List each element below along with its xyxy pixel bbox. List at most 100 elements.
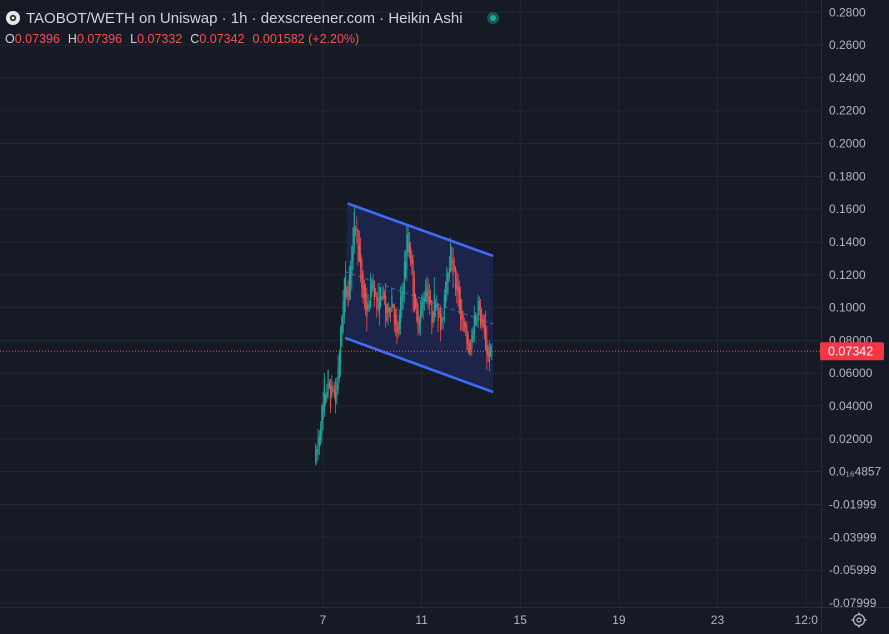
candle-body xyxy=(441,316,443,322)
low-label: L xyxy=(130,32,138,46)
price-chart[interactable]: 0.2800 0.2600 0.2400 0.2200 0.2000 0.1800 0.16… xyxy=(0,0,889,632)
open-label: O xyxy=(5,32,15,46)
candle-body xyxy=(368,305,370,307)
candle-body xyxy=(361,260,363,289)
candle-body xyxy=(477,301,479,321)
candle-body xyxy=(326,391,328,399)
candle-body xyxy=(358,244,360,262)
candle-body xyxy=(417,311,419,330)
candle-body xyxy=(473,315,475,336)
candle-body xyxy=(421,301,423,317)
candle-body xyxy=(362,274,364,298)
y-tick-label: 0.06000 xyxy=(829,366,873,380)
candle-body xyxy=(438,313,440,315)
candle-body xyxy=(457,284,459,293)
open-value: 0.07396 xyxy=(14,32,60,46)
candle-body xyxy=(386,304,388,321)
candle-body xyxy=(415,295,417,308)
candle-body xyxy=(396,319,398,334)
candle-body xyxy=(370,279,372,307)
candle-body xyxy=(347,291,349,304)
y-tick-label: -0.05999 xyxy=(829,563,877,577)
y-tick-label: 0.04000 xyxy=(829,399,873,413)
y-tick-label: 0.1200 xyxy=(829,268,866,282)
candle-body xyxy=(433,293,435,318)
x-tick-label: 7 xyxy=(320,613,327,627)
candle-body xyxy=(448,267,450,278)
high-value: 0.07396 xyxy=(76,32,123,46)
candle-body xyxy=(412,259,414,297)
candle-body xyxy=(340,326,342,366)
candle-body xyxy=(393,305,395,324)
candle-body xyxy=(453,267,455,269)
x-tick-label: 19 xyxy=(612,613,626,627)
candle-body xyxy=(426,285,428,297)
candle-body xyxy=(398,315,400,330)
candle-body xyxy=(413,278,415,313)
y-tick-label: 0.2200 xyxy=(829,104,866,118)
x-tick-label: 23 xyxy=(711,613,725,627)
candle-body xyxy=(460,299,462,321)
y-tick-label: 0.2000 xyxy=(829,137,866,151)
candle-body xyxy=(381,297,383,301)
candle-body xyxy=(371,283,373,293)
candle-body xyxy=(408,242,410,252)
candle-body xyxy=(330,385,332,408)
candle-body xyxy=(345,274,347,298)
candle-body xyxy=(422,296,424,310)
candle-body xyxy=(455,267,457,290)
candle-body xyxy=(447,272,449,282)
y-tick-label: 0.0₁₆4857 xyxy=(829,465,882,479)
candle-body xyxy=(383,292,385,299)
low-value: 0.07332 xyxy=(137,32,183,46)
candle-body xyxy=(475,315,477,326)
candle-body xyxy=(321,406,323,435)
candle-body xyxy=(317,437,319,453)
candle-body xyxy=(411,255,413,264)
candle-body xyxy=(442,318,444,320)
candle-body xyxy=(486,339,488,356)
x-tick-label: 15 xyxy=(514,613,528,627)
candle-body xyxy=(390,310,392,313)
candle-body xyxy=(338,352,340,379)
candle-body xyxy=(323,379,325,412)
candle-body xyxy=(420,310,422,323)
candle-body xyxy=(465,323,467,328)
candle-body xyxy=(485,328,487,351)
candle-body xyxy=(461,310,463,319)
candle-body xyxy=(376,292,378,310)
candle-body xyxy=(341,317,343,347)
candle-body xyxy=(427,291,429,303)
x-tick-label: 11 xyxy=(415,613,428,627)
candle-body xyxy=(472,328,474,343)
candle-body xyxy=(458,288,460,311)
chart-title: TAOBOT/WETH on Uniswap · 1h · dexscreene… xyxy=(26,9,463,27)
candle-body xyxy=(471,335,473,349)
candle-body xyxy=(450,244,452,273)
candle-body xyxy=(353,212,355,245)
candle-body xyxy=(466,325,468,344)
candle-body xyxy=(467,334,469,352)
x-tick-label: 12:0 xyxy=(795,613,819,627)
y-tick-label: 0.2600 xyxy=(829,38,866,52)
candle-body xyxy=(418,320,420,325)
candle-body xyxy=(487,347,489,356)
candle-body xyxy=(363,285,365,300)
y-tick-label: 0.02000 xyxy=(829,432,873,446)
candle-body xyxy=(357,230,359,260)
y-tick-label: -0.03999 xyxy=(829,530,877,544)
candle-body xyxy=(406,235,408,270)
settings-gear-icon[interactable] xyxy=(850,611,868,629)
candle-body xyxy=(355,228,357,230)
candle-body xyxy=(337,367,339,391)
candle-body xyxy=(360,253,362,267)
candle-body xyxy=(452,260,454,275)
candle-body xyxy=(373,284,375,300)
y-tick-label: -0.07999 xyxy=(829,596,877,610)
candle-body xyxy=(451,258,453,264)
candle-body xyxy=(327,370,329,396)
candle-body xyxy=(482,319,484,328)
candle-body xyxy=(456,278,458,290)
candle-body xyxy=(382,287,384,299)
live-status-icon xyxy=(486,12,499,24)
